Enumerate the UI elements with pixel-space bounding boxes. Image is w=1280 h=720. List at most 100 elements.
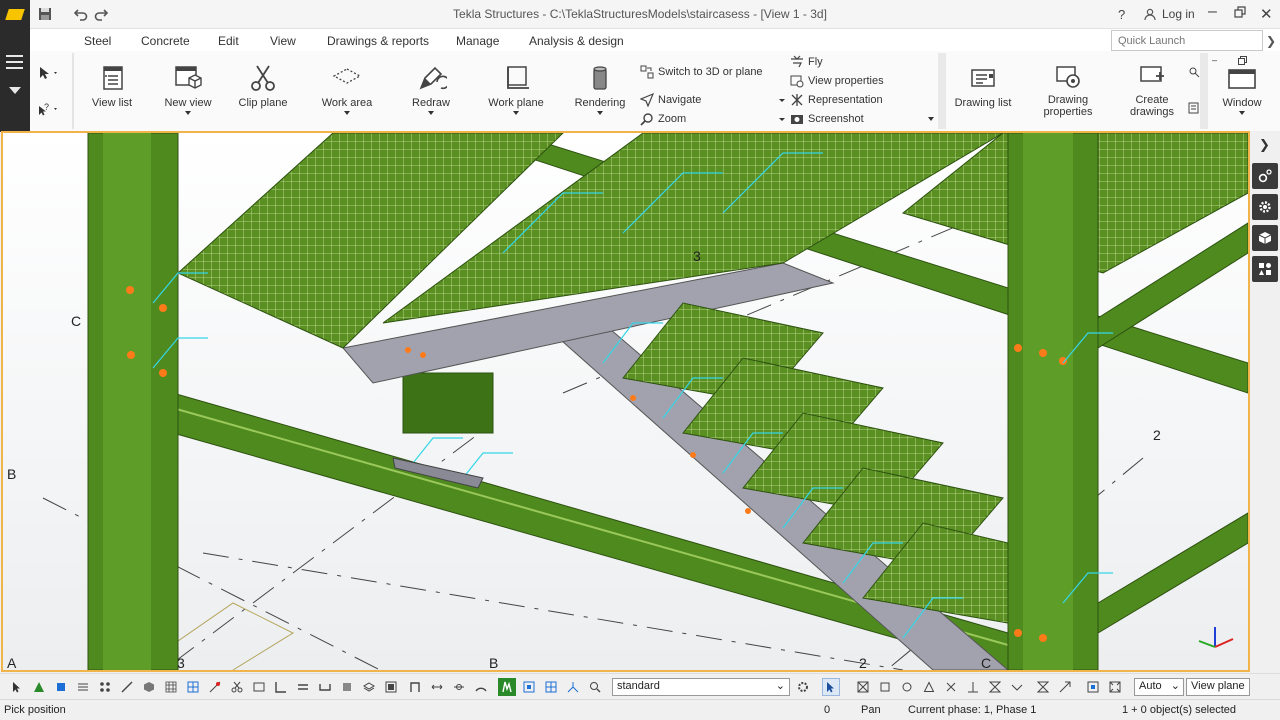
- components-icon[interactable]: [1252, 256, 1278, 282]
- switch-3d-plane-button[interactable]: Switch to 3D or plane: [640, 65, 763, 79]
- snap-arc-icon[interactable]: [472, 678, 490, 696]
- select-cuts-icon[interactable]: [228, 678, 246, 696]
- model-view-3d[interactable]: C B A 3 B 2 C 2 3: [1, 131, 1250, 672]
- save-icon[interactable]: [36, 5, 54, 23]
- chevron-right-icon[interactable]: ❯: [1262, 30, 1280, 51]
- tekla-logo-icon[interactable]: [0, 0, 30, 29]
- dropdown-arrow-icon[interactable]: [928, 117, 934, 121]
- select-rebar-icon[interactable]: [316, 678, 334, 696]
- redraw-button[interactable]: Redraw: [404, 62, 458, 115]
- snap-end-points-icon[interactable]: [406, 678, 424, 696]
- snap-midpoints-icon[interactable]: [428, 678, 446, 696]
- status-phase[interactable]: Current phase: 1, Phase 1: [908, 704, 1036, 716]
- select-bolts-icon[interactable]: [96, 678, 114, 696]
- undo-icon[interactable]: [72, 5, 90, 23]
- quick-launch-input[interactable]: [1111, 30, 1263, 51]
- select-layers-icon[interactable]: [360, 678, 378, 696]
- drawing-list-icon: [971, 69, 995, 87]
- snap-free-icon[interactable]: [1008, 678, 1026, 696]
- representation-button[interactable]: Representation: [778, 93, 883, 107]
- selection-filter-select[interactable]: standard ⌄: [612, 678, 790, 696]
- zoom-icon: [640, 113, 653, 126]
- cube-icon[interactable]: [1252, 225, 1278, 251]
- new-view-button[interactable]: New view: [160, 62, 216, 115]
- model-canvas[interactable]: C B A 3 B 2 C 2 3: [3, 133, 1248, 670]
- select-grid-icon[interactable]: [162, 678, 180, 696]
- help-icon[interactable]: ?: [1118, 7, 1125, 22]
- tab-steel[interactable]: Steel: [84, 34, 111, 48]
- chevron-down-icon: ⌄: [1170, 680, 1180, 692]
- snap-geometry-icon[interactable]: [520, 678, 538, 696]
- snap-plane-icon[interactable]: [1084, 678, 1102, 696]
- minimize-icon[interactable]: –: [1208, 3, 1217, 21]
- work-area-button[interactable]: Work area: [316, 62, 378, 115]
- snap-extension-icon[interactable]: [564, 678, 582, 696]
- gear-icon[interactable]: [1252, 194, 1278, 220]
- select-welds-icon[interactable]: [74, 678, 92, 696]
- inquire-tool-button[interactable]: ?: [38, 102, 64, 116]
- snap-triangle-icon[interactable]: [920, 678, 938, 696]
- select-parts-icon[interactable]: [30, 678, 48, 696]
- property-settings-icon[interactable]: [1252, 163, 1278, 189]
- restore-icon[interactable]: [1234, 6, 1246, 21]
- side-pane: ❯: [1250, 131, 1280, 672]
- screenshot-button[interactable]: Screenshot: [778, 112, 864, 126]
- select-all-icon[interactable]: [8, 678, 26, 696]
- snap-lines-icon[interactable]: [450, 678, 468, 696]
- redo-icon[interactable]: [92, 5, 110, 23]
- snap-box-icon[interactable]: [854, 678, 872, 696]
- view-list-button[interactable]: View list: [84, 62, 140, 109]
- rendering-button[interactable]: Rendering: [570, 62, 630, 115]
- select-surfaces-icon[interactable]: [338, 678, 356, 696]
- window-button[interactable]: Window: [1212, 62, 1272, 115]
- close-icon[interactable]: ✕: [1260, 5, 1273, 23]
- hamburger-menu-icon[interactable]: [6, 55, 23, 73]
- fly-button[interactable]: Fly: [790, 55, 823, 69]
- select-distance-icon[interactable]: [294, 678, 312, 696]
- plane-select[interactable]: View plane: [1186, 678, 1250, 696]
- select-reference-icon[interactable]: [382, 678, 400, 696]
- smart-select-icon[interactable]: [822, 678, 840, 696]
- zoom-button[interactable]: Zoom: [640, 112, 686, 126]
- tab-concrete[interactable]: Concrete: [141, 34, 190, 48]
- snap-square-icon[interactable]: [876, 678, 894, 696]
- select-points-icon[interactable]: [206, 678, 224, 696]
- tab-manage[interactable]: Manage: [456, 34, 499, 48]
- snap-mode-select[interactable]: Auto ⌄: [1134, 678, 1184, 696]
- filter-settings-icon[interactable]: [794, 678, 812, 696]
- status-prompt: Pick position: [4, 704, 66, 716]
- tab-edit[interactable]: Edit: [218, 34, 239, 48]
- snap-override-icon[interactable]: [1034, 678, 1052, 696]
- login-button[interactable]: Log in: [1144, 7, 1195, 21]
- ribbon-separator: [938, 53, 946, 129]
- snap-circle-icon[interactable]: [898, 678, 916, 696]
- drawing-properties-button[interactable]: Drawing properties: [1040, 62, 1096, 118]
- select-tool-button[interactable]: [38, 66, 64, 80]
- tab-view[interactable]: View: [268, 34, 298, 54]
- select-components-icon[interactable]: [52, 678, 70, 696]
- drawing-list-button[interactable]: Drawing list: [950, 62, 1016, 109]
- expand-pane-icon[interactable]: ❯: [1259, 137, 1270, 153]
- tab-analysis-design[interactable]: Analysis & design: [529, 34, 624, 48]
- snap-perpendicular-icon[interactable]: [964, 678, 982, 696]
- select-line-icon[interactable]: [118, 678, 136, 696]
- select-grid-lines-icon[interactable]: [184, 678, 202, 696]
- select-views-icon[interactable]: [250, 678, 268, 696]
- create-drawings-button[interactable]: Create drawings: [1124, 62, 1180, 118]
- snap-extents-icon[interactable]: [1106, 678, 1124, 696]
- navigate-button[interactable]: Navigate: [640, 93, 701, 107]
- snap-follow-icon[interactable]: [1056, 678, 1074, 696]
- select-planes-icon[interactable]: [272, 678, 290, 696]
- clip-plane-button[interactable]: Clip plane: [234, 62, 292, 109]
- snap-cross-icon[interactable]: [942, 678, 960, 696]
- snap-reference-icon[interactable]: [498, 678, 516, 696]
- view-properties-button[interactable]: View properties: [790, 74, 884, 88]
- select-assembly-icon[interactable]: [140, 678, 158, 696]
- grid-label-2: 2: [859, 655, 867, 670]
- collapse-arrow-icon[interactable]: [9, 87, 21, 94]
- snap-nearest-icon[interactable]: [986, 678, 1004, 696]
- work-plane-button[interactable]: Work plane: [484, 62, 548, 115]
- snap-grid-icon[interactable]: [542, 678, 560, 696]
- snap-magnify-icon[interactable]: [586, 678, 604, 696]
- tab-drawings-reports[interactable]: Drawings & reports: [327, 34, 429, 48]
